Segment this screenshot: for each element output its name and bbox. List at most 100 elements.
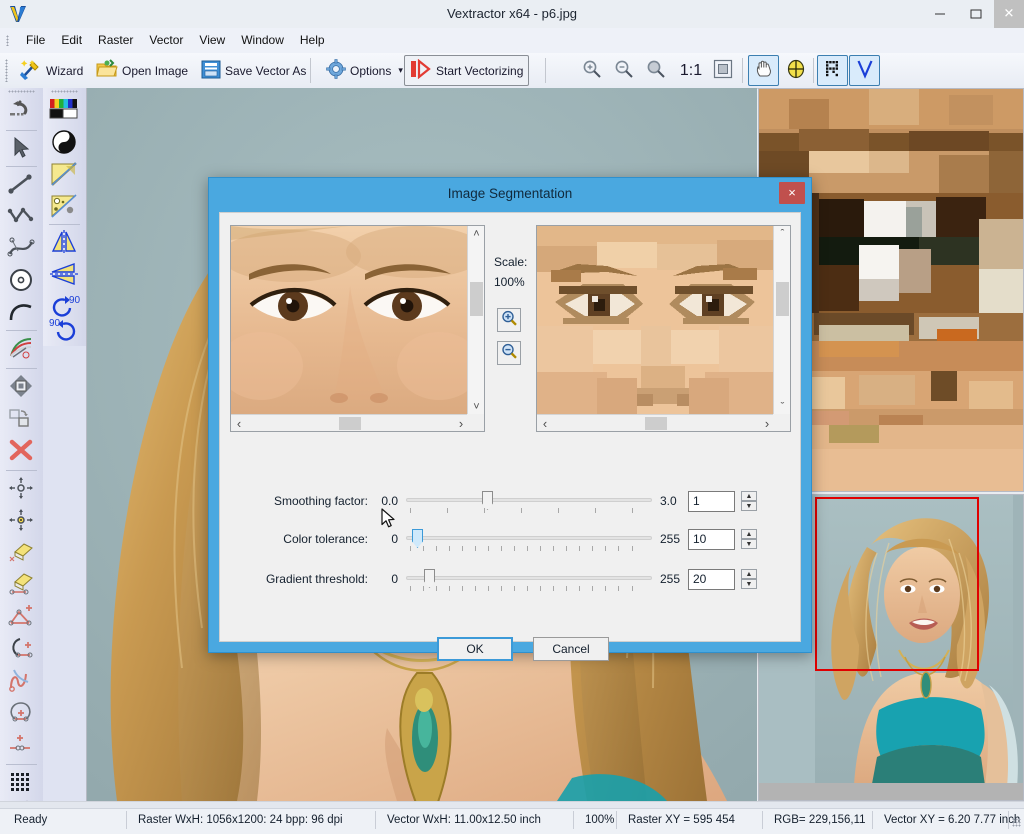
vscroll-thumb[interactable] — [470, 282, 483, 316]
duplicate-tool[interactable] — [3, 404, 39, 434]
original-preview-pane[interactable]: ˄ ˅ ‹ › — [230, 225, 485, 432]
wizard-button[interactable]: Wizard — [14, 55, 89, 86]
slider-track[interactable] — [406, 536, 652, 540]
preview-right-hscrollbar[interactable]: ‹ › — [537, 414, 775, 431]
spinner-up[interactable]: ▲ — [741, 529, 757, 539]
scroll-left-arrow[interactable]: ‹ — [231, 415, 247, 432]
raster-layer-button[interactable] — [817, 55, 848, 86]
slider-track[interactable] — [406, 576, 652, 580]
zoom-in-button[interactable] — [578, 55, 606, 86]
arc-node-tool[interactable] — [3, 634, 39, 664]
undo-tool[interactable] — [3, 96, 39, 126]
toolbar-separator-3 — [742, 58, 743, 83]
palette-tool[interactable] — [46, 96, 82, 126]
menu-item-view[interactable]: View — [191, 28, 233, 53]
layers-tool[interactable] — [3, 334, 39, 364]
zoom-area-button[interactable] — [642, 55, 670, 86]
delete-tool[interactable] — [3, 436, 39, 466]
line-tool[interactable] — [3, 170, 39, 200]
chevron-down-icon[interactable]: ▾ — [398, 65, 403, 76]
cancel-button[interactable]: Cancel — [533, 637, 609, 661]
magic-wand-tool[interactable] — [46, 160, 82, 190]
color-tolerance-spinner[interactable]: ▲ ▼ — [741, 529, 757, 550]
select-tool[interactable] — [3, 134, 39, 164]
palette-separator-1 — [6, 130, 37, 131]
move-tool[interactable] — [3, 372, 39, 402]
node-move-tool[interactable] — [3, 474, 39, 504]
hscroll-thumb[interactable] — [339, 417, 361, 430]
flip-vertical-tool[interactable] — [46, 228, 82, 258]
vector-layer-button[interactable] — [849, 55, 880, 86]
join-nodes-tool[interactable] — [3, 730, 39, 760]
smoothing-factor-spinner[interactable]: ▲ ▼ — [741, 491, 757, 512]
menu-item-window[interactable]: Window — [233, 28, 292, 53]
hscroll-thumb[interactable] — [645, 417, 667, 430]
dialog-zoom-in-button[interactable] — [497, 308, 521, 332]
rotate-ccw-tool[interactable]: 90 — [46, 314, 82, 344]
preview-left-hscrollbar[interactable]: ‹ › — [231, 414, 469, 431]
node-edit-tool[interactable] — [3, 506, 39, 536]
smoothing-factor-input[interactable]: 1 — [688, 491, 735, 512]
scroll-down-arrow[interactable]: ˅ — [468, 399, 485, 414]
scroll-up-arrow[interactable]: ˄ — [468, 226, 485, 241]
spinner-up[interactable]: ▲ — [741, 569, 757, 579]
color-tolerance-slider[interactable] — [406, 526, 652, 560]
slider-track[interactable] — [406, 498, 652, 502]
maximize-button[interactable] — [958, 0, 994, 28]
preview-left-vscrollbar[interactable]: ˄ ˅ — [467, 226, 484, 414]
zoom-ratio-button[interactable]: 1:1 — [674, 55, 708, 86]
minimize-button[interactable] — [922, 0, 958, 28]
ok-button[interactable]: OK — [437, 637, 513, 661]
start-vectorizing-button[interactable]: Start Vectorizing — [404, 55, 530, 86]
menu-item-file[interactable]: File — [18, 28, 53, 53]
flip-horizontal-tool[interactable] — [46, 260, 82, 290]
cut-tool[interactable] — [3, 666, 39, 696]
preview-right-vscrollbar[interactable]: ˆ ˇ — [773, 226, 790, 414]
smoothing-factor-slider[interactable] — [406, 488, 652, 522]
options-button[interactable]: Options ▾ — [320, 55, 409, 86]
close-button[interactable]: ✕ — [994, 0, 1024, 28]
scroll-left-arrow[interactable]: ‹ — [537, 415, 553, 432]
erase-line-tool[interactable] — [3, 570, 39, 600]
spinner-down[interactable]: ▼ — [741, 539, 757, 549]
dialog-zoom-out-button[interactable] — [497, 341, 521, 365]
menu-item-raster[interactable]: Raster — [90, 28, 141, 53]
bezier-tool[interactable] — [3, 234, 39, 264]
add-node-tool[interactable] — [3, 602, 39, 632]
target-tool-button[interactable] — [780, 55, 811, 86]
polyline-tool[interactable] — [3, 202, 39, 232]
status-zoom: 100% — [585, 814, 615, 826]
menu-item-vector[interactable]: Vector — [141, 28, 191, 53]
spinner-up[interactable]: ▲ — [741, 491, 757, 501]
scroll-down-arrow[interactable]: ˇ — [774, 399, 791, 414]
gradient-threshold-slider[interactable] — [406, 566, 652, 600]
join-nodes-icon — [8, 732, 34, 759]
despeckle-tool[interactable] — [46, 192, 82, 222]
dialog-close-button[interactable]: × — [779, 182, 805, 204]
open-image-button[interactable]: Open Image — [90, 55, 194, 86]
arc-tool[interactable] — [3, 298, 39, 328]
spinner-down[interactable]: ▼ — [741, 579, 757, 589]
resize-grip-icon[interactable] — [1012, 818, 1021, 827]
grid-tool[interactable] — [3, 768, 39, 798]
menu-item-help[interactable]: Help — [292, 28, 333, 53]
vscroll-thumb[interactable] — [776, 282, 789, 316]
node-move-icon — [8, 476, 34, 503]
invert-tool[interactable] — [46, 128, 82, 158]
zoom-out-button[interactable] — [610, 55, 638, 86]
smoothing-factor-row: Smoothing factor: 0.0 3.0 1 ▲ ▼ — [220, 488, 802, 522]
menu-item-edit[interactable]: Edit — [53, 28, 90, 53]
scroll-up-arrow[interactable]: ˆ — [774, 226, 791, 241]
color-tolerance-input[interactable]: 10 — [688, 529, 735, 550]
gradient-threshold-input[interactable]: 20 — [688, 569, 735, 590]
circle-tool[interactable] — [3, 266, 39, 296]
erase-point-tool[interactable] — [3, 538, 39, 568]
segmented-preview-pane[interactable]: ˆ ˇ ‹ › — [536, 225, 791, 432]
close-contour-tool[interactable] — [3, 698, 39, 728]
gradient-threshold-spinner[interactable]: ▲ ▼ — [741, 569, 757, 590]
spinner-down[interactable]: ▼ — [741, 501, 757, 511]
pan-tool-button[interactable] — [748, 55, 779, 86]
save-vector-button[interactable]: Save Vector As — [195, 55, 312, 86]
move-diamond-icon — [8, 374, 34, 401]
fit-window-button[interactable] — [708, 55, 738, 86]
